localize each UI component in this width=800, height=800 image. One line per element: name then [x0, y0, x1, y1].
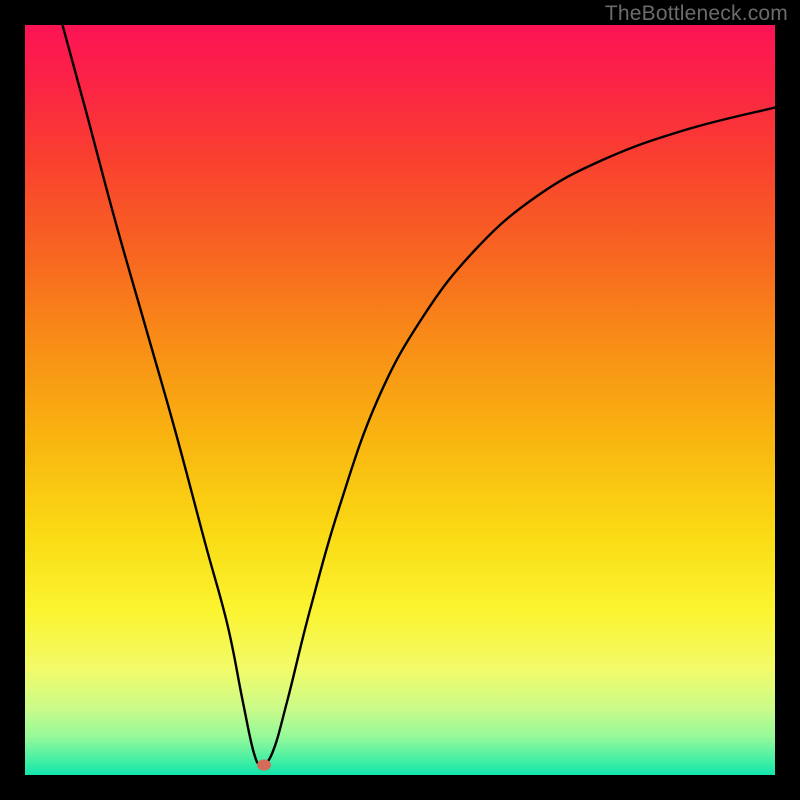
optimal-point-marker [257, 759, 271, 770]
chart-frame: TheBottleneck.com [0, 0, 800, 800]
watermark-text: TheBottleneck.com [605, 2, 788, 26]
plot-area [25, 25, 775, 775]
bottleneck-curve [25, 25, 775, 775]
